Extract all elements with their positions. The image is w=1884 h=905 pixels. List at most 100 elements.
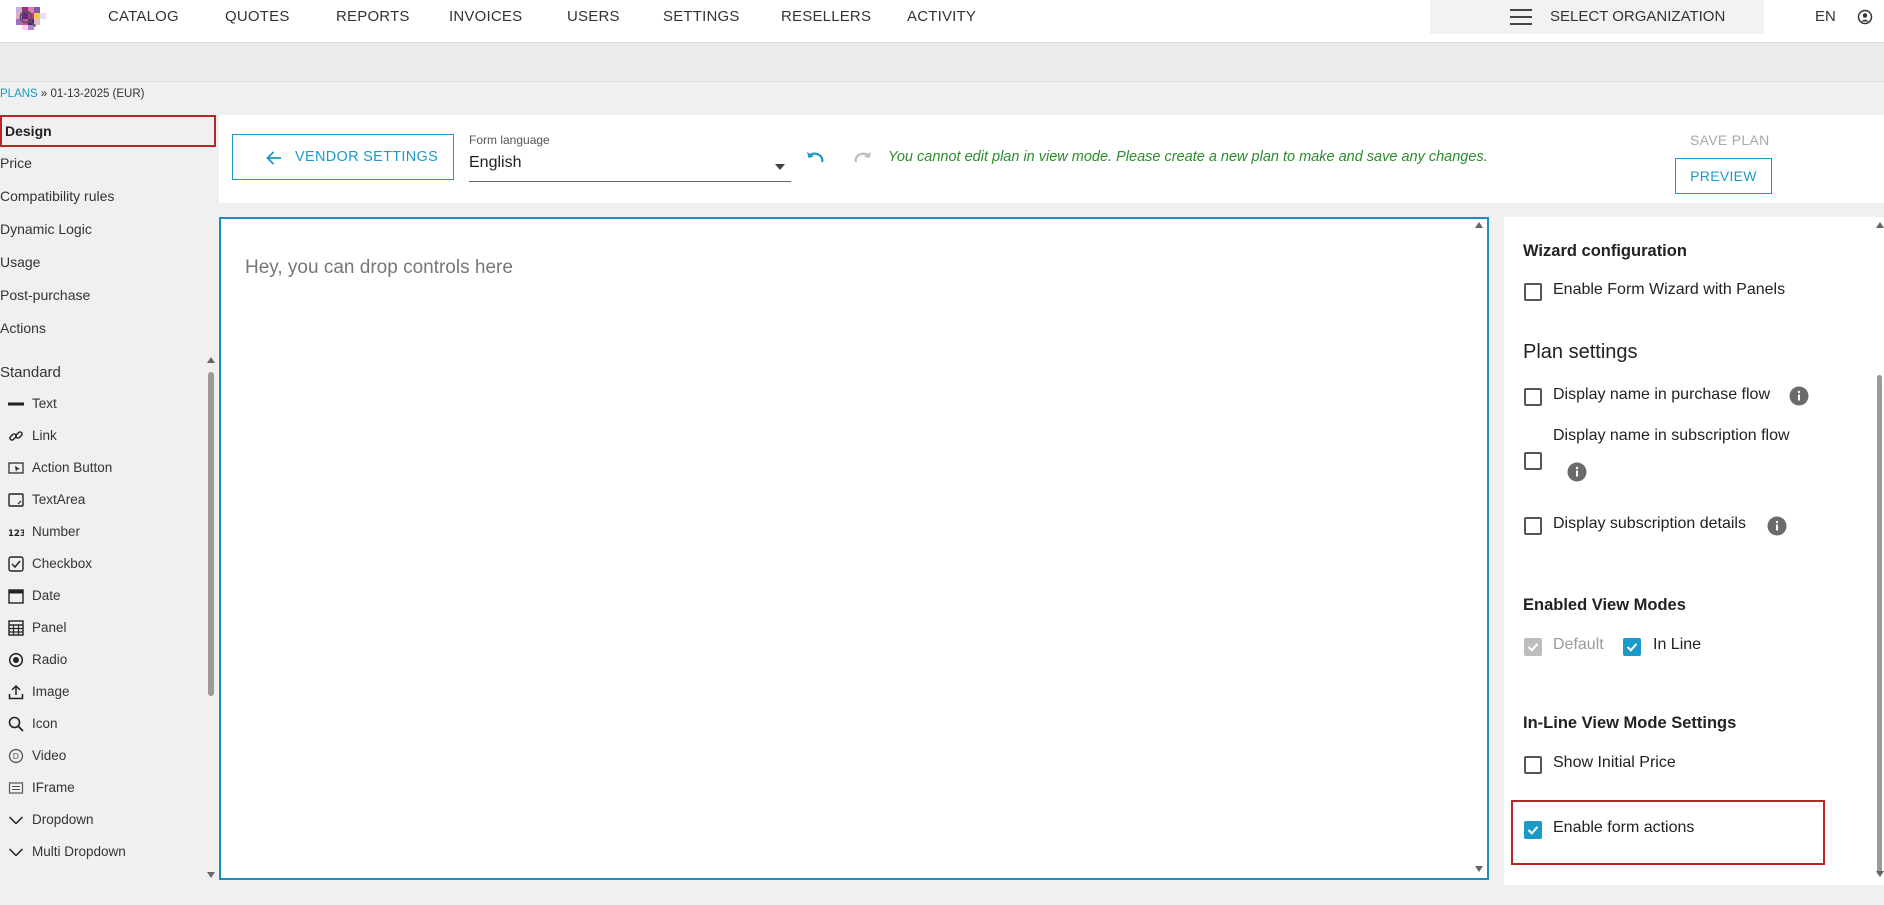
display-name-purchase-checkbox[interactable]	[1524, 388, 1542, 406]
nav-catalog[interactable]: CATALOG	[108, 0, 179, 34]
canvas-scroll-down-arrow[interactable]	[1475, 866, 1483, 872]
control-action-button[interactable]: Action Button	[0, 455, 200, 481]
control-label: Image	[32, 684, 70, 699]
chevron-down-icon	[8, 844, 24, 860]
preview-button[interactable]: PREVIEW	[1675, 158, 1772, 194]
language-selector[interactable]: EN	[1815, 0, 1836, 34]
enabled-view-modes-heading: Enabled View Modes	[1523, 596, 1686, 614]
control-icon[interactable]: Icon	[0, 711, 200, 737]
nav-settings[interactable]: SETTINGS	[663, 0, 740, 34]
redo-icon[interactable]	[852, 148, 874, 170]
sidebar-item-label: Design	[5, 123, 52, 139]
control-number[interactable]: 123 Number	[0, 519, 200, 545]
enable-form-wizard-checkbox[interactable]	[1524, 283, 1542, 301]
control-radio[interactable]: Radio	[0, 647, 200, 673]
hamburger-menu-icon[interactable]	[1510, 8, 1532, 26]
checkmark-icon	[1527, 643, 1539, 652]
view-mode-inline-checkbox[interactable]	[1623, 638, 1641, 656]
control-label: Checkbox	[32, 556, 93, 571]
control-checkbox[interactable]: Checkbox	[0, 551, 200, 577]
enable-form-actions-checkbox[interactable]	[1524, 821, 1542, 839]
view-mode-message: You cannot edit plan in view mode. Pleas…	[888, 149, 1488, 165]
search-icon[interactable]	[19, 10, 37, 28]
nav-activity[interactable]: ACTIVITY	[907, 0, 976, 34]
sidebar-item-post-purchase[interactable]: Post-purchase	[0, 283, 90, 307]
caret-down-icon	[775, 164, 785, 170]
sidebar-item-actions[interactable]: Actions	[0, 316, 46, 340]
control-date[interactable]: Date	[0, 583, 200, 609]
sidebar-scroll-down-arrow[interactable]	[207, 872, 215, 878]
display-subscription-details-checkbox[interactable]	[1524, 517, 1542, 535]
control-multi-dropdown[interactable]: Multi Dropdown	[0, 839, 200, 865]
panel-scroll-down-arrow[interactable]	[1876, 871, 1884, 877]
upload-icon	[8, 684, 24, 700]
sidebar-scroll-up-arrow[interactable]	[207, 357, 215, 363]
control-video[interactable]: D Video	[0, 743, 200, 769]
breadcrumb-plans-link[interactable]: PLANS	[0, 88, 38, 100]
form-language-select[interactable]: English	[469, 152, 791, 182]
breadcrumb-current: 01-13-2025 (EUR)	[50, 88, 145, 100]
save-plan-button[interactable]: SAVE PLAN	[1690, 132, 1769, 148]
control-dropdown[interactable]: Dropdown	[0, 807, 200, 833]
sidebar-item-compatibility-rules[interactable]: Compatibility rules	[0, 184, 114, 208]
control-iframe[interactable]: IFrame	[0, 775, 200, 801]
form-language-value: English	[469, 154, 522, 171]
control-label: Radio	[32, 652, 68, 667]
show-initial-price-checkbox[interactable]	[1524, 756, 1542, 774]
control-label: Dropdown	[32, 812, 94, 827]
enable-form-wizard-label: Enable Form Wizard with Panels	[1553, 281, 1786, 298]
panel-scrollbar[interactable]	[1877, 375, 1882, 875]
info-icon[interactable]	[1767, 516, 1787, 536]
plan-settings-panel	[1504, 217, 1884, 885]
sidebar-item-design[interactable]: Design	[0, 115, 216, 147]
view-mode-default-checkbox	[1524, 638, 1542, 656]
iframe-icon	[8, 780, 24, 796]
search-bar	[0, 43, 1884, 82]
nav-invoices[interactable]: INVOICES	[449, 0, 522, 34]
checkmark-icon	[1626, 643, 1638, 652]
link-icon	[8, 428, 24, 444]
number-icon: 123	[8, 524, 26, 540]
canvas-scroll-up-arrow[interactable]	[1475, 222, 1483, 228]
control-label: Icon	[32, 716, 58, 731]
sidebar-scrollbar[interactable]	[208, 372, 214, 696]
form-language-label: Form language	[469, 133, 550, 147]
control-text[interactable]: Text	[0, 391, 200, 417]
display-name-subscription-checkbox[interactable]	[1524, 452, 1542, 470]
undo-icon[interactable]	[804, 148, 826, 170]
video-icon: D	[8, 748, 24, 764]
sidebar-item-price[interactable]: Price	[0, 151, 32, 175]
panel-scroll-up-arrow[interactable]	[1876, 222, 1884, 228]
sidebar-item-dynamic-logic[interactable]: Dynamic Logic	[0, 217, 92, 241]
breadcrumb: PLANS » 01-13-2025 (EUR)	[0, 88, 145, 104]
action-button-icon	[8, 460, 24, 476]
control-label: TextArea	[32, 492, 86, 507]
svg-text:123: 123	[8, 529, 24, 539]
info-icon[interactable]	[1789, 386, 1809, 406]
control-textarea[interactable]: TextArea	[0, 487, 200, 513]
sidebar-item-usage[interactable]: Usage	[0, 250, 40, 274]
nav-reports[interactable]: REPORTS	[336, 0, 410, 34]
inline-view-mode-settings-heading: In-Line View Mode Settings	[1523, 714, 1737, 732]
control-panel[interactable]: Panel	[0, 615, 200, 641]
display-subscription-details-label: Display subscription details	[1553, 515, 1746, 532]
calendar-icon	[8, 588, 24, 604]
user-account-icon[interactable]	[1857, 9, 1873, 25]
control-image[interactable]: Image	[0, 679, 200, 705]
nav-quotes[interactable]: QUOTES	[225, 0, 290, 34]
panel-icon	[8, 620, 24, 636]
info-icon[interactable]	[1567, 462, 1587, 482]
form-design-canvas[interactable]	[219, 217, 1489, 880]
view-mode-inline-label: In Line	[1653, 636, 1702, 653]
drop-controls-hint: Hey, you can drop controls here	[245, 257, 513, 278]
enable-form-actions-label: Enable form actions	[1553, 819, 1695, 836]
control-link[interactable]: Link	[0, 423, 200, 449]
svg-text:D: D	[13, 752, 19, 761]
vendor-settings-button[interactable]: VENDOR SETTINGS	[232, 134, 454, 180]
nav-resellers[interactable]: RESELLERS	[781, 0, 871, 34]
control-label: Multi Dropdown	[32, 844, 126, 859]
nav-users[interactable]: USERS	[567, 0, 620, 34]
search-icon	[8, 716, 24, 732]
control-label: Link	[32, 428, 57, 443]
select-organization-label[interactable]: SELECT ORGANIZATION	[1550, 0, 1725, 34]
